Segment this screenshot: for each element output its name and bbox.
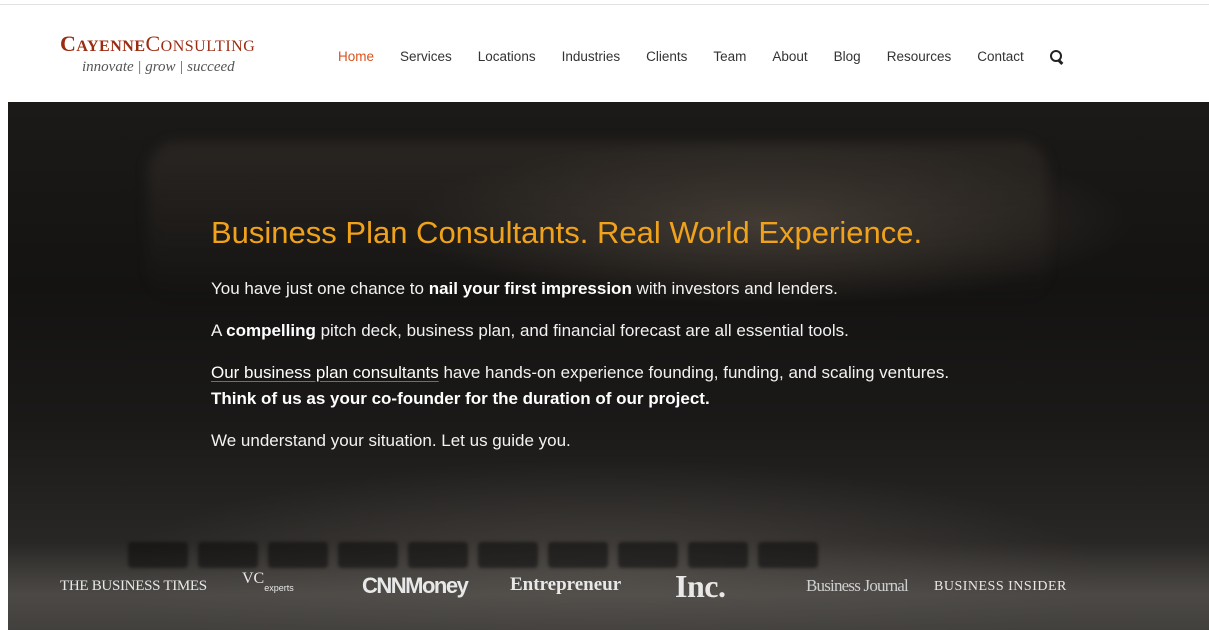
site-header: CAYENNECONSULTING innovate | grow | succ… xyxy=(0,5,1209,102)
nav-item-resources[interactable]: Resources xyxy=(887,48,952,66)
nav-item-about[interactable]: About xyxy=(772,48,807,66)
consultants-link[interactable]: Our business plan consultants xyxy=(211,363,439,382)
vc-experts-logo-main: VC xyxy=(242,570,265,587)
inc-logo: Inc. xyxy=(675,568,726,604)
hero-p1-emphasis: nail your first impression xyxy=(428,279,632,298)
hero-p2-emphasis: compelling xyxy=(226,321,316,340)
logo-tagline: innovate | grow | succeed xyxy=(82,59,235,75)
nav-item-contact[interactable]: Contact xyxy=(977,48,1024,66)
search-icon[interactable] xyxy=(1049,50,1064,64)
hero-p1-text: You have just one chance to xyxy=(211,279,429,298)
entrepreneur-logo: Entrepreneur xyxy=(510,574,622,595)
hero-title: Business Plan Consultants. Real World Ex… xyxy=(211,215,923,250)
main-nav: Home Services Locations Industries Clien… xyxy=(338,47,1064,67)
hero-banner: Business Plan Consultants. Real World Ex… xyxy=(8,102,1209,630)
hero-p2-text: A xyxy=(211,321,227,340)
nav-item-services[interactable]: Services xyxy=(400,48,452,66)
cnn-money-logo: CNNMoney xyxy=(362,573,469,598)
nav-item-home[interactable]: Home xyxy=(338,48,374,66)
hero-paragraph-4: We understand your situation. Let us gui… xyxy=(211,431,571,450)
business-insider-logo: BUSINESS INSIDER xyxy=(934,579,1067,594)
business-journal-logo: Business Journal xyxy=(806,576,909,595)
hero-p1-text-end: with investors and lenders. xyxy=(631,279,838,298)
logo-consulting-rest: ONSULTING xyxy=(160,38,256,55)
logo-cayenne-rest: AYENNE xyxy=(76,38,146,55)
vc-experts-logo: VCexperts xyxy=(242,570,294,593)
hero-content: Business Plan Consultants. Real World Ex… xyxy=(211,214,971,470)
press-logos: THE BUSINESS TIMES VCexperts CNNMoney En… xyxy=(8,568,1209,608)
hero-paragraph-3: Our business plan consultants have hands… xyxy=(211,360,971,412)
hero-p3-emphasis: Think of us as your co-founder for the d… xyxy=(211,389,710,408)
nav-item-locations[interactable]: Locations xyxy=(478,48,536,66)
logo-wordmark: CAYENNECONSULTING xyxy=(60,31,256,56)
nav-item-industries[interactable]: Industries xyxy=(562,48,621,66)
nav-item-blog[interactable]: Blog xyxy=(834,48,861,66)
hero-paragraph-2: A compelling pitch deck, business plan, … xyxy=(211,318,971,344)
hero-p3-text: have hands-on experience founding, fundi… xyxy=(438,363,950,382)
hero-p2-text-end: pitch deck, business plan, and financial… xyxy=(315,321,849,340)
nav-item-team[interactable]: Team xyxy=(713,48,746,66)
nav-item-clients[interactable]: Clients xyxy=(646,48,687,66)
business-times-logo: THE BUSINESS TIMES xyxy=(60,578,207,594)
hero-paragraph-1: You have just one chance to nail your fi… xyxy=(211,276,971,302)
site-logo[interactable]: CAYENNECONSULTING innovate | grow | succ… xyxy=(60,33,300,77)
vc-experts-logo-sub: experts xyxy=(264,583,294,593)
